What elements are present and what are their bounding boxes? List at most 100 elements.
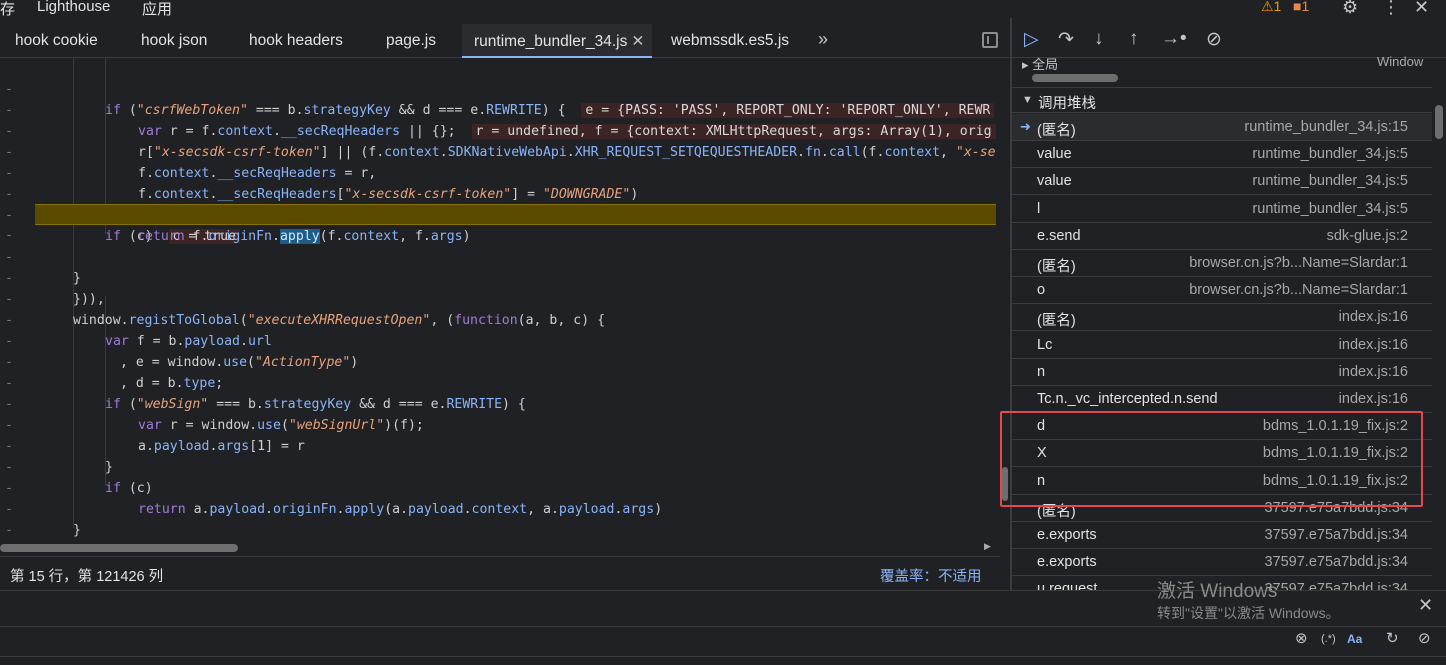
menu-item-partial[interactable]: 存 [0,0,15,19]
tab-runtime-bundler[interactable]: runtime_bundler_34.js ✕ [462,24,653,58]
frame-location[interactable]: index.js:16 [1339,391,1408,407]
code-line-gutter: - [5,228,13,243]
code-line: - f.context.__secReqHeaders = r, [5,145,377,181]
scope-scroll-thumb[interactable] [1032,74,1118,82]
call-stack-frame[interactable]: value runtime_bundler_34.js:5 [1012,141,1432,169]
tab-label: page.js [386,32,436,49]
frame-location[interactable]: runtime_bundler_34.js:5 [1252,173,1408,189]
call-stack-frame[interactable]: n bdms_1.0.1.19_fix.js:2 [1012,468,1432,495]
frame-location[interactable]: 37597.e75a7bdd.js:34 [1264,500,1408,516]
kebab-icon[interactable]: ⋮ [1382,0,1400,18]
close-drawer-icon[interactable]: ✕ [1418,595,1433,616]
frame-location[interactable]: runtime_bundler_34.js:5 [1252,201,1408,217]
tab-hook-json[interactable]: hook json [141,32,207,50]
warning-count-badge[interactable]: ⚠1 [1261,0,1281,15]
scroll-right-arrow[interactable]: ▶ [984,541,991,552]
sidebar-scroll-thumb[interactable] [1435,105,1443,139]
frame-function-name: n [1037,363,1046,380]
code-line: - if ("webSign" === b.strategyKey && d =… [5,376,526,412]
coverage-link[interactable]: 覆盖率：不适用 [880,565,982,586]
code-line: - } [0,520,1000,540]
tab-label: hook cookie [15,32,98,49]
call-stack-header[interactable]: ▼ 调用堆栈 [1012,87,1432,113]
call-stack-frame[interactable]: d bdms_1.0.1.19_fix.js:2 [1012,413,1432,441]
frame-location[interactable]: browser.cn.js?b...Name=Slardar:1 [1189,282,1408,298]
call-stack-frame[interactable]: Lc index.js:16 [1012,332,1432,359]
step-over-icon[interactable]: ↷ [1058,28,1074,51]
frame-function-name: e.send [1037,227,1081,244]
frame-location[interactable]: index.js:16 [1339,309,1408,325]
call-stack-frame[interactable]: Xbdms_1.0.1.19_fix.js:2 [1012,440,1432,468]
tab-hook-headers[interactable]: hook headers [249,32,343,50]
call-stack-frame[interactable]: e.exports 37597.e75a7bdd.js:34 [1012,522,1432,549]
frame-location[interactable]: 37597.e75a7bdd.js:34 [1264,581,1408,590]
regex-toggle[interactable]: (.*) [1321,633,1336,645]
frame-location[interactable]: browser.cn.js?b...Name=Slardar:1 [1189,255,1408,271]
step-out-icon[interactable]: ↑ [1129,28,1139,50]
call-stack-frame[interactable]: (匿名) 37597.e75a7bdd.js:34 [1012,495,1432,522]
call-stack-frame[interactable]: o browser.cn.js?b...Name=Slardar:1 [1012,277,1432,305]
deactivate-breakpoints-icon[interactable]: ⊘ [1206,28,1222,51]
menu-item-lighthouse[interactable]: Lighthouse [37,0,110,15]
frame-location[interactable]: runtime_bundler_34.js:15 [1244,119,1408,135]
resume-icon[interactable]: ▷ [1024,28,1039,51]
tab-overflow-button[interactable]: » [818,29,828,50]
code-line: - f.context.__secReqHeaders["x-secsdk-cs… [5,166,639,202]
refresh-icon[interactable]: ↻ [1386,629,1399,647]
call-stack-frame[interactable]: n index.js:16 [1012,359,1432,386]
call-stack-frame[interactable]: l runtime_bundler_34.js:5 [1012,196,1432,223]
activation-watermark-hint: 转到"设置"以激活 Windows。 [1157,605,1340,621]
frame-location[interactable]: runtime_bundler_34.js:5 [1252,146,1408,162]
block-icon[interactable]: ⊘ [1418,629,1431,647]
call-stack-frame[interactable]: Tc.n._vc_intercepted.n.send index.js:16 [1012,386,1432,413]
call-stack-frame[interactable]: (匿名) browser.cn.js?b...Name=Slardar:1 [1012,250,1432,277]
code-line: - , d = b.type; [5,355,224,391]
tab-hook-cookie[interactable]: hook cookie [15,32,98,50]
call-stack-frame[interactable]: ➜ (匿名) runtime_bundler_34.js:15 [1012,114,1432,141]
frame-function-name: Tc.n._vc_intercepted.n.send [1037,391,1218,407]
frame-location[interactable]: index.js:16 [1339,337,1408,353]
issue-count-badge[interactable]: ■1 [1293,0,1309,14]
activation-watermark: 激活 Windows [1157,581,1278,602]
frame-location[interactable]: bdms_1.0.1.19_fix.js:2 [1263,418,1408,434]
tab-label: runtime_bundler_34.js [474,33,628,50]
frame-location[interactable]: index.js:16 [1339,364,1408,380]
frame-location[interactable]: sdk-glue.js:2 [1327,228,1408,244]
resize-grip[interactable] [1002,467,1008,501]
call-stack-frame[interactable]: e.exports 37597.e75a7bdd.js:34 [1012,549,1432,577]
frame-location[interactable]: 37597.e75a7bdd.js:34 [1264,527,1408,543]
scope-window-value: Window [1377,54,1424,69]
call-stack-frame[interactable]: e.send sdk-glue.js:2 [1012,223,1432,250]
frame-function-name: value [1037,146,1072,163]
top-menu-bar: 存 Lighthouse 应用 ⚠1 ■1 ⚙ ⋮ ✕ [0,0,1446,18]
debugger-toolbar: ▷ ↷ ↓ ↑ →• ⊘ [1012,24,1446,58]
tab-page-js[interactable]: page.js [386,32,436,50]
collapse-triangle-icon: ▼ [1022,94,1033,106]
cursor-position: 第 15 行，第 121426 列 [10,569,164,585]
frame-location[interactable]: bdms_1.0.1.19_fix.js:2 [1263,445,1408,461]
tab-webmssdk[interactable]: webmssdk.es5.js [671,32,789,50]
call-stack-frame[interactable]: (匿名) index.js:16 [1012,304,1432,332]
close-icon[interactable]: ✕ [1414,0,1429,18]
menu-item-application[interactable]: 应用 [142,0,172,19]
step-into-icon[interactable]: ↓ [1094,28,1104,50]
editor-tab-bar: hook cookie hook json hook headers page.… [0,24,1010,58]
frame-location[interactable]: 37597.e75a7bdd.js:34 [1264,554,1408,570]
scope-global[interactable]: ▸ 全局 [1022,54,1058,73]
code-line: - } [5,187,113,223]
case-sensitive-toggle[interactable]: Aa [1347,632,1362,646]
code-line: - })) [5,523,13,538]
editor-scroll-thumb[interactable] [0,544,238,552]
clear-circle-icon[interactable]: ⊗ [1295,629,1308,647]
tab-label: webmssdk.es5.js [671,32,790,49]
console-input[interactable] [4,630,1284,652]
step-icon[interactable]: →• [1161,28,1187,50]
toggle-sidebar-icon[interactable] [982,32,998,48]
call-stack-frame[interactable]: value runtime_bundler_34.js:5 [1012,168,1432,196]
close-tab-icon[interactable]: ✕ [631,33,644,50]
frame-function-name: X [1037,445,1047,462]
gear-icon[interactable]: ⚙ [1342,0,1358,18]
code-line: - if (c) [5,460,153,496]
frame-location[interactable]: bdms_1.0.1.19_fix.js:2 [1263,473,1408,489]
code-editor[interactable]: - if ("csrfWebToken" === b.strategyKey &… [0,58,1000,540]
